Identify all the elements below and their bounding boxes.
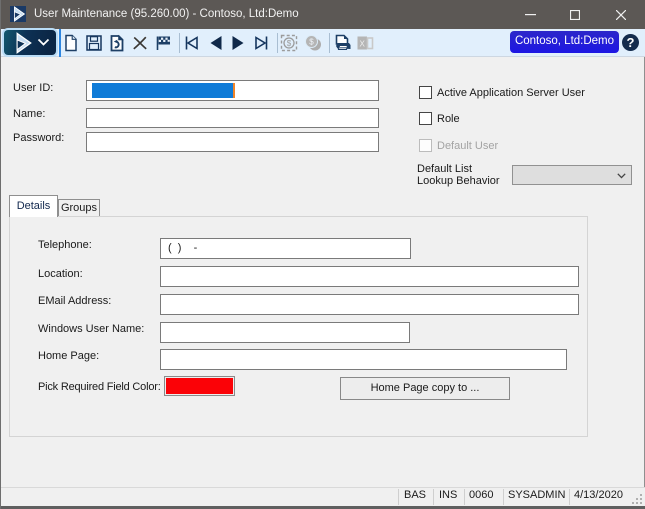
- svg-text:X: X: [360, 40, 366, 49]
- svg-text:$: $: [287, 39, 292, 48]
- svg-text:$: $: [309, 38, 314, 47]
